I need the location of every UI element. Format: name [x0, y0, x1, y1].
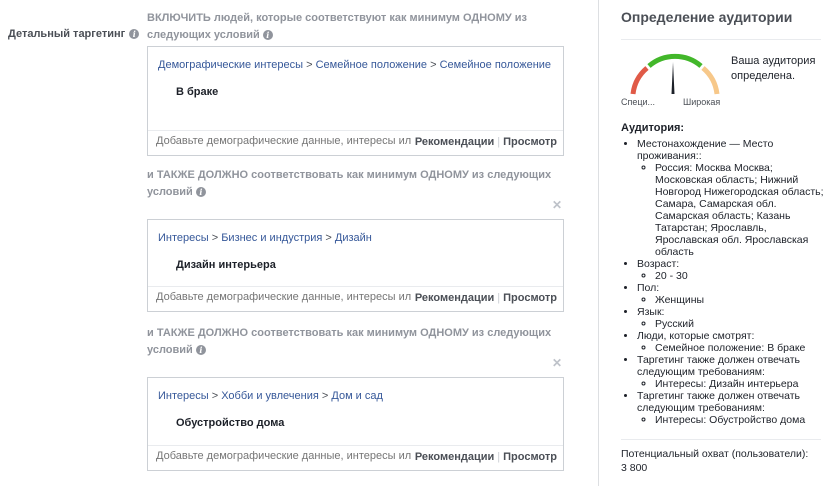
search-row: Рекомендации|Просмотр: [148, 130, 563, 155]
audience-item-label: Местонахождение — Место проживания::: [637, 138, 774, 162]
breadcrumb: Интересы > Бизнес и индустрия > Дизайн: [158, 232, 372, 244]
audience-subitem: Интересы: Дизайн интерьера: [655, 378, 827, 390]
breadcrumb-link[interactable]: Бизнес и индустрия: [221, 232, 322, 244]
and-also-heading-text: и ТАКЖЕ ДОЛЖНО соответствовать как миним…: [147, 169, 552, 198]
breadcrumb-link[interactable]: Интересы: [158, 390, 209, 402]
actions-separator: |: [497, 451, 501, 463]
breadcrumb: Демографические интересы > Семейное поло…: [158, 59, 552, 71]
audience-item-label: Возраст:: [637, 258, 680, 270]
browse-button[interactable]: Просмотр: [503, 292, 557, 304]
audience-definition-panel: Определение аудитории Специ... Широкая В…: [598, 0, 836, 486]
breadcrumb-link[interactable]: Дизайн: [335, 232, 372, 244]
recommendations-button[interactable]: Рекомендации: [415, 451, 494, 463]
breadcrumb-link[interactable]: Семейное положение: [440, 59, 551, 71]
potential-reach: Потенциальный охват (пользователи): 3 80…: [621, 447, 808, 475]
audience-subitem: 20 - 30: [655, 270, 827, 282]
gauge-green-arc: [647, 53, 703, 68]
breadcrumb-link[interactable]: Семейное положение: [316, 59, 427, 71]
search-row: Рекомендации|Просмотр: [148, 286, 563, 311]
potential-reach-value: 3 800: [621, 462, 648, 474]
targeting-item[interactable]: В браке: [176, 86, 563, 98]
gauge-left-label: Специ...: [621, 97, 656, 107]
audience-subitem: Женщины: [655, 294, 827, 306]
gauge-red-arc: [630, 66, 649, 95]
breadcrumb-link[interactable]: Демографические интересы: [158, 59, 303, 71]
info-icon[interactable]: i: [262, 30, 273, 41]
targeting-search-input[interactable]: [156, 450, 416, 462]
audience-item-label: Пол:: [637, 282, 660, 294]
info-icon[interactable]: i: [129, 29, 140, 39]
audience-item: Люди, которые смотрят: Семейное положени…: [637, 330, 827, 354]
browse-button[interactable]: Просмотр: [503, 451, 557, 463]
audience-list: Местонахождение — Место проживания:: Рос…: [617, 138, 827, 426]
audience-item: Таргетинг также должен отвечать следующи…: [637, 354, 827, 390]
audience-subitem: Семейное положение: В браке: [655, 342, 827, 354]
gauge-right-label: Широкая: [683, 97, 721, 107]
close-icon[interactable]: ✕: [552, 198, 562, 212]
targeting-item[interactable]: Дизайн интерьера: [176, 259, 563, 271]
detailed-targeting-panel: Детальный таргетинг i ВКЛЮЧИТЬ людей, ко…: [0, 0, 598, 486]
audience-item-label: Таргетинг также должен отвечать следующи…: [637, 354, 801, 378]
divider: [621, 39, 821, 40]
recommendations-button[interactable]: Рекомендации: [415, 136, 494, 148]
potential-reach-label: Потенциальный охват (пользователи):: [621, 448, 809, 460]
browse-button[interactable]: Просмотр: [503, 136, 557, 148]
breadcrumb: Интересы > Хобби и увлечения > Дом и сад: [158, 390, 383, 402]
targeting-item[interactable]: Обустройство дома: [176, 417, 563, 429]
targeting-box-3: Интересы > Хобби и увлечения > Дом и сад…: [147, 377, 564, 471]
audience-item: Язык: Русский: [637, 306, 827, 330]
close-icon[interactable]: ✕: [552, 356, 562, 370]
actions-separator: |: [497, 136, 501, 148]
audience-definition-title: Определение аудитории: [621, 9, 793, 25]
breadcrumb-link[interactable]: Дом и сад: [331, 390, 383, 402]
detailed-targeting-label-text: Детальный таргетинг: [8, 28, 126, 40]
include-heading: ВКЛЮЧИТЬ людей, которые соответствуют ка…: [147, 10, 567, 44]
info-icon[interactable]: i: [195, 345, 206, 356]
targeting-search-input[interactable]: [156, 135, 416, 147]
audience-subitem: Русский: [655, 318, 827, 330]
audience-subitem: Интересы: Обустройство дома: [655, 414, 827, 426]
breadcrumb-link[interactable]: Интересы: [158, 232, 209, 244]
and-also-heading: и ТАКЖЕ ДОЛЖНО соответствовать как миним…: [147, 167, 567, 201]
targeting-box-1: Демографические интересы > Семейное поло…: [147, 46, 564, 156]
targeting-box-2: Интересы > Бизнес и индустрия > Дизайн Д…: [147, 219, 564, 312]
search-actions: Рекомендации | Просмотр: [410, 292, 557, 304]
audience-item-label: Люди, которые смотрят:: [637, 330, 755, 342]
actions-separator: |: [497, 292, 501, 304]
audience-item-label: Язык:: [637, 306, 665, 318]
audience-item: Пол: Женщины: [637, 282, 827, 306]
gauge-needle: [671, 62, 675, 94]
audience-item: Возраст: 20 - 30: [637, 258, 827, 282]
targeting-search-input[interactable]: [156, 291, 416, 303]
include-heading-text: ВКЛЮЧИТЬ людей, которые соответствуют ка…: [147, 12, 528, 41]
search-actions: Рекомендации | Просмотр: [410, 451, 557, 463]
recommendations-button[interactable]: Рекомендации: [415, 292, 494, 304]
info-icon[interactable]: i: [195, 187, 206, 198]
detailed-targeting-label: Детальный таргетинг i: [8, 28, 140, 40]
audience-title: Аудитория:: [621, 122, 685, 134]
search-row: Рекомендации|Просмотр: [148, 445, 563, 470]
and-also-heading-text: и ТАКЖЕ ДОЛЖНО соответствовать как миним…: [147, 327, 552, 356]
search-actions: Рекомендации | Просмотр: [410, 136, 557, 148]
gauge-status-text: Ваша аудитория определена.: [731, 55, 816, 82]
audience-subitem: Россия: Москва Москва; Московская област…: [655, 162, 827, 258]
divider: [621, 439, 821, 440]
breadcrumb-link[interactable]: Хобби и увлечения: [221, 390, 319, 402]
and-also-heading: и ТАКЖЕ ДОЛЖНО соответствовать как миним…: [147, 325, 567, 359]
gauge-yellow-arc: [701, 66, 720, 95]
audience-item: Таргетинг также должен отвечать следующи…: [637, 390, 827, 426]
audience-item: Местонахождение — Место проживания:: Рос…: [637, 138, 827, 258]
audience-item-label: Таргетинг также должен отвечать следующи…: [637, 390, 801, 414]
